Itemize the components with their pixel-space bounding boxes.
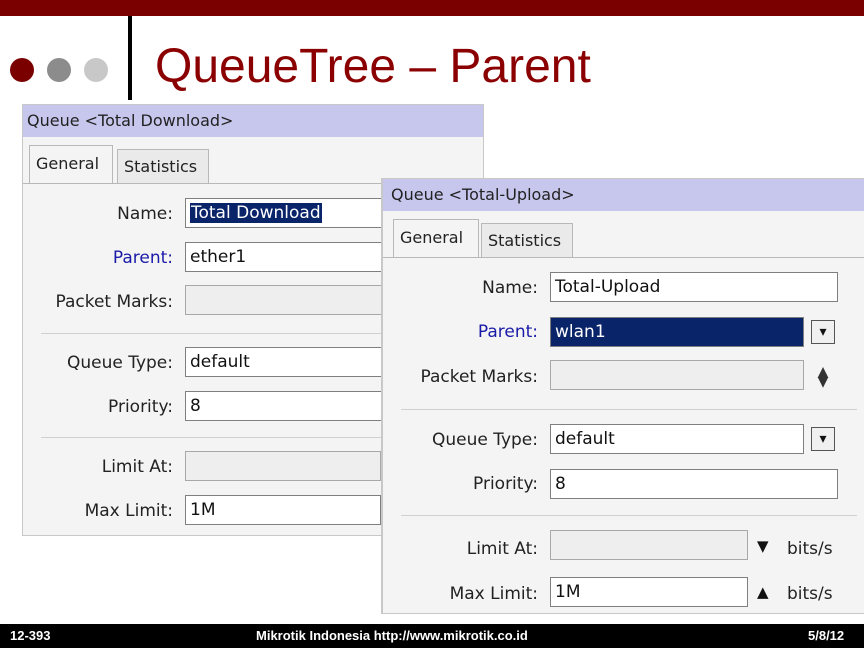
footer-center-text: Mikrotik Indonesia http://www.mikrotik.c… [256, 628, 528, 643]
parent-label: Parent: [112, 248, 173, 268]
max-limit-label: Max Limit: [84, 501, 173, 521]
queue-type-field[interactable]: default [550, 424, 804, 454]
limit-at-label: Limit At: [466, 539, 538, 559]
slide-footer: 12-393 Mikrotik Indonesia http://www.mik… [0, 624, 864, 648]
queue-type-label: Queue Type: [66, 353, 173, 373]
updown-arrows-icon[interactable]: ▲ ▼ [815, 365, 831, 389]
tab-general[interactable]: General [29, 145, 113, 183]
priority-field[interactable]: 8 [550, 469, 838, 499]
priority-label: Priority: [473, 474, 538, 494]
parent-label: Parent: [477, 322, 538, 342]
parent-dropdown-button[interactable]: ▾ [811, 320, 835, 344]
queue-type-dropdown-button[interactable]: ▾ [811, 427, 835, 451]
separator [401, 409, 857, 410]
slide-title: QueueTree – Parent [155, 40, 591, 93]
limit-at-field[interactable] [550, 530, 748, 560]
dot-dark-red [10, 58, 34, 82]
max-limit-label: Max Limit: [449, 584, 538, 604]
window-title-bar[interactable]: Queue <Total Download> [23, 105, 483, 137]
dot-gray [47, 58, 71, 82]
packet-marks-label: Packet Marks: [420, 367, 538, 387]
collapse-up-arrow-icon[interactable]: ▲ [757, 583, 769, 601]
window-title-bar[interactable]: Queue <Total-Upload> [383, 179, 864, 211]
name-label: Name: [482, 278, 538, 298]
limit-at-label: Limit At: [101, 457, 173, 477]
separator [401, 515, 857, 516]
queue-window-total-upload: Queue <Total-Upload> General Statistics … [382, 178, 864, 614]
tab-underline [383, 257, 864, 258]
footer-slide-number: 12-393 [10, 628, 51, 643]
max-limit-field[interactable]: 1M [550, 577, 748, 607]
packet-marks-field[interactable] [550, 360, 804, 390]
packet-marks-label: Packet Marks: [55, 292, 173, 312]
tab-statistics[interactable]: Statistics [481, 223, 573, 257]
parent-field[interactable]: wlan1 [550, 317, 804, 347]
tab-general[interactable]: General [393, 219, 479, 257]
dot-light-gray [84, 58, 108, 82]
expand-down-arrow-icon[interactable]: ▼ [757, 537, 769, 555]
title-divider [128, 16, 132, 100]
priority-label: Priority: [108, 397, 173, 417]
max-limit-field[interactable]: 1M [185, 495, 381, 525]
slide-top-bar [0, 0, 864, 16]
footer-date: 5/8/12 [808, 628, 845, 643]
limit-at-unit: bits/s [787, 539, 833, 559]
queue-type-label: Queue Type: [431, 430, 538, 450]
max-limit-unit: bits/s [787, 584, 833, 604]
limit-at-field[interactable] [185, 451, 381, 481]
name-label: Name: [117, 204, 173, 224]
tab-statistics[interactable]: Statistics [117, 149, 209, 183]
name-field[interactable]: Total-Upload [550, 272, 838, 302]
